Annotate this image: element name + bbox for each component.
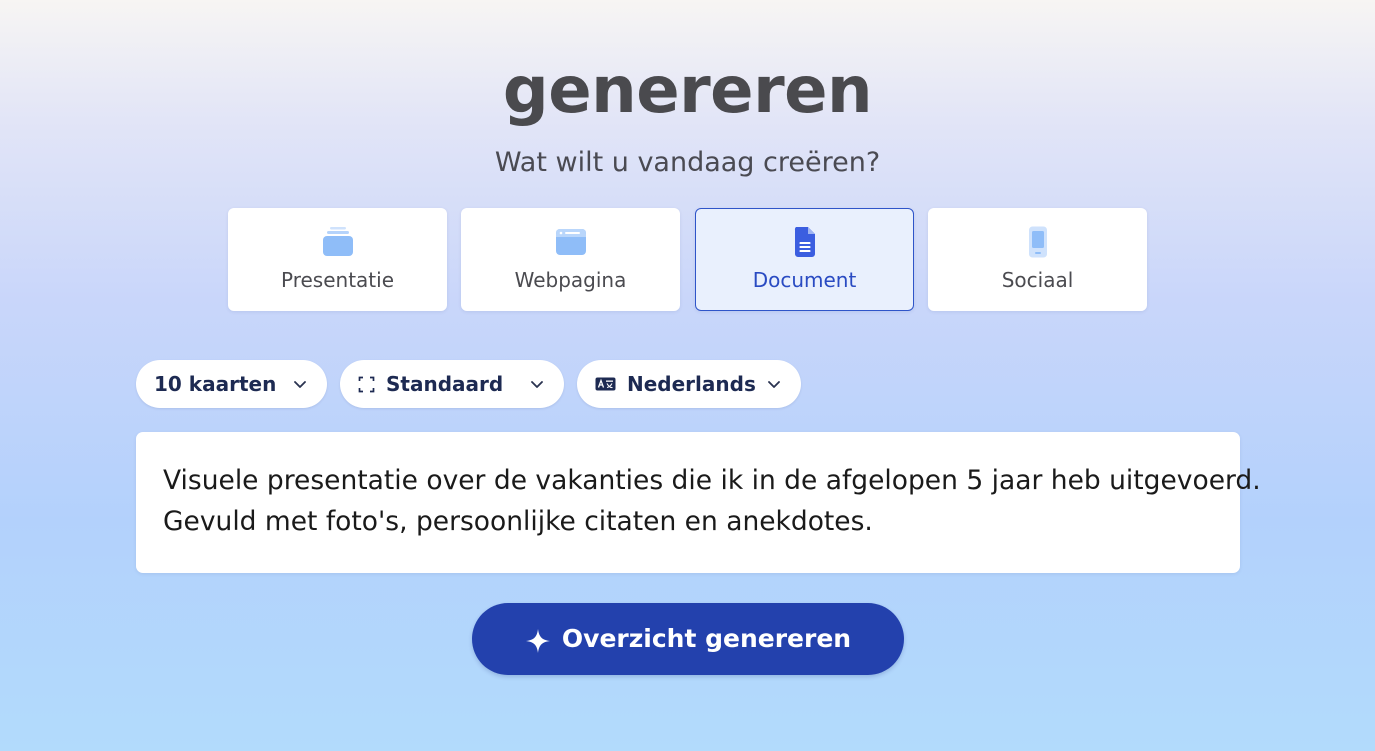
sparkle-icon [525,629,550,653]
chevron-down-icon [768,381,780,388]
webpage-icon [462,226,679,258]
frame-icon [358,376,375,392]
prompt-line: Gevuld met foto's, persoonlijke citaten … [163,506,873,537]
type-card-presentation[interactable]: Presentatie [228,208,447,311]
type-card-document[interactable]: Document [695,208,914,311]
prompt-input[interactable]: Visuele presentatie over de vakanties di… [136,432,1261,573]
generate-outline-button[interactable]: Overzicht genereren [472,603,904,675]
type-card-label: Document [752,268,857,292]
language-value: Nederlands [627,372,756,396]
type-card-label: Presentatie [281,268,394,292]
cards-count-dropdown[interactable]: 10 kaarten [136,360,327,408]
type-card-webpage[interactable]: Webpagina [461,208,680,311]
type-card-social[interactable]: Sociaal [928,208,1147,311]
document-icon [696,226,913,258]
format-value: Standaard [386,372,504,396]
format-dropdown[interactable]: Standaard [340,360,564,408]
page-subtitle: Wat wilt u vandaag creëren? [494,147,881,178]
generate-button-label: Overzicht genereren [561,624,852,653]
type-card-label: Webpagina [514,268,627,292]
page-title: genereren [502,54,873,128]
type-card-label: Sociaal [1001,268,1074,292]
phone-icon [929,226,1146,258]
language-dropdown[interactable]: Nederlands [577,360,801,408]
presentation-icon [229,226,446,258]
cards-count-value: 10 kaarten [154,372,277,396]
chevron-down-icon [294,381,306,388]
chevron-down-icon [531,381,543,388]
prompt-line: Visuele presentatie over de vakanties di… [163,465,1261,496]
translate-icon [595,377,616,391]
